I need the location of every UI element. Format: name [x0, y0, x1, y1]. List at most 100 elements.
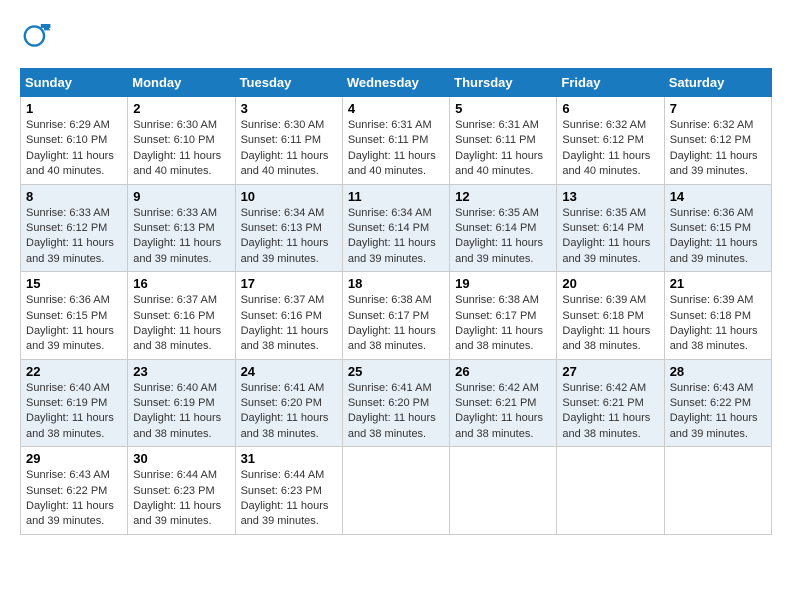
- day-number: 10: [241, 189, 337, 204]
- day-number: 4: [348, 101, 444, 116]
- calendar-day-14: 14 Sunrise: 6:36 AMSunset: 6:15 PMDayligh…: [664, 184, 771, 272]
- day-number: 29: [26, 451, 122, 466]
- calendar-day-25: 25 Sunrise: 6:41 AMSunset: 6:20 PMDayligh…: [342, 359, 449, 447]
- calendar-day-3: 3 Sunrise: 6:30 AMSunset: 6:11 PMDaylight…: [235, 97, 342, 185]
- calendar-day-31: 31 Sunrise: 6:44 AMSunset: 6:23 PMDayligh…: [235, 447, 342, 535]
- day-number: 21: [670, 276, 766, 291]
- day-info: Sunrise: 6:34 AMSunset: 6:14 PMDaylight:…: [348, 207, 436, 265]
- day-number: 17: [241, 276, 337, 291]
- day-number: 2: [133, 101, 229, 116]
- calendar-day-18: 18Sunrise: 6:38 AMSunset: 6:17 PMDayligh…: [342, 272, 449, 360]
- header-cell-thursday: Thursday: [450, 69, 557, 97]
- day-info: Sunrise: 6:31 AMSunset: 6:11 PMDaylight:…: [455, 119, 543, 177]
- day-info: Sunrise: 6:35 AMSunset: 6:14 PMDaylight:…: [562, 207, 650, 265]
- calendar-week-2: 8 Sunrise: 6:33 AMSunset: 6:12 PMDaylight…: [21, 184, 772, 272]
- day-info: Sunrise: 6:32 AMSunset: 6:12 PMDaylight:…: [562, 119, 650, 177]
- calendar-week-3: 15Sunrise: 6:36 AMSunset: 6:15 PMDayligh…: [21, 272, 772, 360]
- calendar-header: SundayMondayTuesdayWednesdayThursdayFrid…: [21, 69, 772, 97]
- day-number: 7: [670, 101, 766, 116]
- calendar-week-4: 22 Sunrise: 6:40 AMSunset: 6:19 PMDayligh…: [21, 359, 772, 447]
- day-number: 11: [348, 189, 444, 204]
- day-number: 8: [26, 189, 122, 204]
- calendar-day-29: 29Sunrise: 6:43 AMSunset: 6:22 PMDayligh…: [21, 447, 128, 535]
- calendar-day-21: 21 Sunrise: 6:39 AMSunset: 6:18 PMDayligh…: [664, 272, 771, 360]
- calendar-day-19: 19 Sunrise: 6:38 AMSunset: 6:17 PMDayligh…: [450, 272, 557, 360]
- day-number: 31: [241, 451, 337, 466]
- page-header: [20, 20, 772, 52]
- day-info: Sunrise: 6:42 AMSunset: 6:21 PMDaylight:…: [455, 382, 543, 440]
- empty-cell: [450, 447, 557, 535]
- header-cell-tuesday: Tuesday: [235, 69, 342, 97]
- day-info: Sunrise: 6:41 AMSunset: 6:20 PMDaylight:…: [348, 382, 436, 440]
- calendar-day-15: 15Sunrise: 6:36 AMSunset: 6:15 PMDayligh…: [21, 272, 128, 360]
- calendar-day-23: 23 Sunrise: 6:40 AMSunset: 6:19 PMDayligh…: [128, 359, 235, 447]
- calendar-day-7: 7 Sunrise: 6:32 AMSunset: 6:12 PMDaylight…: [664, 97, 771, 185]
- calendar-week-1: 1Sunrise: 6:29 AMSunset: 6:10 PMDaylight…: [21, 97, 772, 185]
- day-info: Sunrise: 6:38 AMSunset: 6:17 PMDaylight:…: [455, 294, 543, 352]
- logo: [20, 20, 56, 52]
- calendar-day-4: 4 Sunrise: 6:31 AMSunset: 6:11 PMDaylight…: [342, 97, 449, 185]
- calendar-day-16: 16Sunrise: 6:37 AMSunset: 6:16 PMDayligh…: [128, 272, 235, 360]
- day-number: 26: [455, 364, 551, 379]
- day-number: 6: [562, 101, 658, 116]
- calendar-day-6: 6 Sunrise: 6:32 AMSunset: 6:12 PMDaylight…: [557, 97, 664, 185]
- calendar-day-2: 2 Sunrise: 6:30 AMSunset: 6:10 PMDaylight…: [128, 97, 235, 185]
- day-number: 9: [133, 189, 229, 204]
- day-number: 22: [26, 364, 122, 379]
- day-info: Sunrise: 6:40 AMSunset: 6:19 PMDaylight:…: [133, 382, 221, 440]
- calendar-week-5: 29Sunrise: 6:43 AMSunset: 6:22 PMDayligh…: [21, 447, 772, 535]
- calendar-day-27: 27Sunrise: 6:42 AMSunset: 6:21 PMDayligh…: [557, 359, 664, 447]
- day-number: 1: [26, 101, 122, 116]
- calendar-day-17: 17 Sunrise: 6:37 AMSunset: 6:16 PMDayligh…: [235, 272, 342, 360]
- calendar-day-1: 1Sunrise: 6:29 AMSunset: 6:10 PMDaylight…: [21, 97, 128, 185]
- day-number: 25: [348, 364, 444, 379]
- empty-cell: [664, 447, 771, 535]
- day-info: Sunrise: 6:39 AMSunset: 6:18 PMDaylight:…: [670, 294, 758, 352]
- logo-icon: [20, 20, 52, 52]
- header-cell-friday: Friday: [557, 69, 664, 97]
- calendar-day-12: 12 Sunrise: 6:35 AMSunset: 6:14 PMDayligh…: [450, 184, 557, 272]
- day-number: 20: [562, 276, 658, 291]
- day-info: Sunrise: 6:35 AMSunset: 6:14 PMDaylight:…: [455, 207, 543, 265]
- day-info: Sunrise: 6:44 AMSunset: 6:23 PMDaylight:…: [133, 469, 221, 527]
- calendar-day-9: 9 Sunrise: 6:33 AMSunset: 6:13 PMDaylight…: [128, 184, 235, 272]
- day-info: Sunrise: 6:36 AMSunset: 6:15 PMDaylight:…: [670, 207, 758, 265]
- day-info: Sunrise: 6:40 AMSunset: 6:19 PMDaylight:…: [26, 382, 114, 440]
- day-info: Sunrise: 6:37 AMSunset: 6:16 PMDaylight:…: [133, 294, 221, 352]
- day-number: 24: [241, 364, 337, 379]
- header-cell-wednesday: Wednesday: [342, 69, 449, 97]
- day-info: Sunrise: 6:36 AMSunset: 6:15 PMDaylight:…: [26, 294, 114, 352]
- day-number: 3: [241, 101, 337, 116]
- calendar-day-30: 30Sunrise: 6:44 AMSunset: 6:23 PMDayligh…: [128, 447, 235, 535]
- day-number: 12: [455, 189, 551, 204]
- calendar-body: 1Sunrise: 6:29 AMSunset: 6:10 PMDaylight…: [21, 97, 772, 535]
- calendar-day-28: 28 Sunrise: 6:43 AMSunset: 6:22 PMDayligh…: [664, 359, 771, 447]
- day-number: 14: [670, 189, 766, 204]
- calendar-day-10: 10Sunrise: 6:34 AMSunset: 6:13 PMDayligh…: [235, 184, 342, 272]
- day-info: Sunrise: 6:37 AMSunset: 6:16 PMDaylight:…: [241, 294, 329, 352]
- empty-cell: [342, 447, 449, 535]
- calendar-day-24: 24 Sunrise: 6:41 AMSunset: 6:20 PMDayligh…: [235, 359, 342, 447]
- calendar-day-22: 22 Sunrise: 6:40 AMSunset: 6:19 PMDayligh…: [21, 359, 128, 447]
- day-info: Sunrise: 6:38 AMSunset: 6:17 PMDaylight:…: [348, 294, 436, 352]
- day-info: Sunrise: 6:43 AMSunset: 6:22 PMDaylight:…: [670, 382, 758, 440]
- day-number: 19: [455, 276, 551, 291]
- day-info: Sunrise: 6:30 AMSunset: 6:11 PMDaylight:…: [241, 119, 329, 177]
- day-info: Sunrise: 6:31 AMSunset: 6:11 PMDaylight:…: [348, 119, 436, 177]
- day-info: Sunrise: 6:44 AMSunset: 6:23 PMDaylight:…: [241, 469, 329, 527]
- header-row: SundayMondayTuesdayWednesdayThursdayFrid…: [21, 69, 772, 97]
- day-info: Sunrise: 6:41 AMSunset: 6:20 PMDaylight:…: [241, 382, 329, 440]
- calendar-day-11: 11 Sunrise: 6:34 AMSunset: 6:14 PMDayligh…: [342, 184, 449, 272]
- day-number: 28: [670, 364, 766, 379]
- header-cell-saturday: Saturday: [664, 69, 771, 97]
- day-info: Sunrise: 6:42 AMSunset: 6:21 PMDaylight:…: [562, 382, 650, 440]
- header-cell-sunday: Sunday: [21, 69, 128, 97]
- day-number: 23: [133, 364, 229, 379]
- calendar-day-5: 5Sunrise: 6:31 AMSunset: 6:11 PMDaylight…: [450, 97, 557, 185]
- calendar-day-26: 26 Sunrise: 6:42 AMSunset: 6:21 PMDayligh…: [450, 359, 557, 447]
- day-info: Sunrise: 6:33 AMSunset: 6:13 PMDaylight:…: [133, 207, 221, 265]
- day-info: Sunrise: 6:32 AMSunset: 6:12 PMDaylight:…: [670, 119, 758, 177]
- day-info: Sunrise: 6:30 AMSunset: 6:10 PMDaylight:…: [133, 119, 221, 177]
- header-cell-monday: Monday: [128, 69, 235, 97]
- day-info: Sunrise: 6:33 AMSunset: 6:12 PMDaylight:…: [26, 207, 114, 265]
